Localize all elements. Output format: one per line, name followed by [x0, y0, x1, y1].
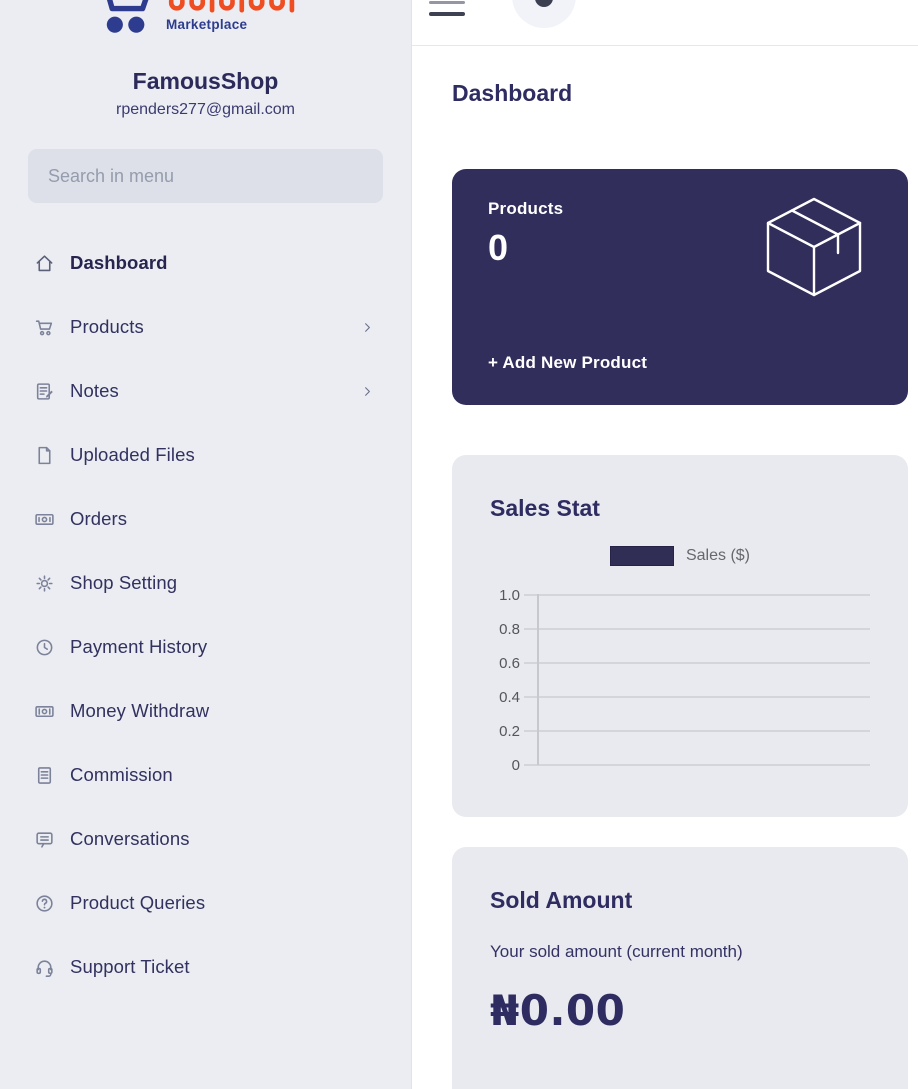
sidebar-item-uploaded-files[interactable]: Uploaded Files [0, 423, 411, 487]
sidebar-item-label: Products [70, 316, 144, 338]
home-icon [34, 253, 55, 274]
gridline [524, 764, 870, 766]
sidebar-item-notes[interactable]: Notes [0, 359, 411, 423]
clock-icon [34, 637, 55, 658]
sold-amount-title: Sold Amount [490, 887, 870, 914]
support-icon [34, 957, 55, 978]
sidebar-item-label: Conversations [70, 828, 190, 850]
header-circle-button[interactable] [512, 0, 576, 28]
sold-amount-value: ₦0.00 [490, 986, 870, 1035]
sidebar-item-support-ticket[interactable]: Support Ticket [0, 935, 411, 999]
main-area: Dashboard Products 0 + Add New Product S… [412, 0, 918, 1089]
chart-gridline-row: 0.4 [490, 680, 870, 714]
sidebar-item-dashboard[interactable]: Dashboard [0, 231, 411, 295]
shop-identity: FamousShop rpenders277@gmail.com [0, 68, 411, 119]
partial-header-icon [535, 0, 553, 7]
sidebar-item-label: Product Queries [70, 892, 205, 914]
document-icon [34, 765, 55, 786]
add-new-product-button[interactable]: + Add New Product [488, 353, 647, 373]
y-tick-label: 1.0 [490, 587, 520, 604]
y-tick-label: 0 [490, 757, 520, 774]
sidebar-item-label: Dashboard [70, 252, 168, 274]
cart-icon [34, 317, 55, 338]
search-input[interactable] [28, 149, 383, 203]
shop-email: rpenders277@gmail.com [0, 101, 411, 119]
sales-chart: 1.0 0.8 0.6 0.4 0.2 0 [490, 578, 870, 782]
gridline [524, 594, 870, 596]
gridline [524, 662, 870, 664]
sidebar-item-payment-history[interactable]: Payment History [0, 615, 411, 679]
legend-swatch [610, 546, 674, 566]
gridline [524, 628, 870, 630]
hamburger-icon [429, 1, 465, 4]
menu-toggle-button[interactable] [429, 0, 467, 30]
sales-stat-card: Sales Stat Sales ($) 1.0 0.8 0.6 0.4 0.2 0 [452, 455, 908, 817]
chart-gridline-row: 0.6 [490, 646, 870, 680]
sidebar-item-label: Shop Setting [70, 572, 177, 594]
chart-legend: Sales ($) [490, 546, 870, 566]
chat-icon [34, 829, 55, 850]
brand-tagline: Marketplace [166, 17, 247, 32]
sidebar-item-money-withdraw[interactable]: Money Withdraw [0, 679, 411, 743]
y-tick-label: 0.8 [490, 621, 520, 638]
y-tick-label: 0.4 [490, 689, 520, 706]
sidebar-item-conversations[interactable]: Conversations [0, 807, 411, 871]
sidebar-item-label: Notes [70, 380, 119, 402]
cash-icon [34, 701, 55, 722]
sales-stat-title: Sales Stat [490, 495, 870, 522]
chart-gridline-row: 0.8 [490, 612, 870, 646]
note-icon [34, 381, 55, 402]
topbar [412, 0, 918, 46]
shop-name: FamousShop [0, 68, 411, 95]
chevron-right-icon [360, 320, 375, 335]
legend-label: Sales ($) [686, 547, 750, 565]
chart-y-axis-line [537, 594, 539, 765]
products-summary-card: Products 0 + Add New Product [452, 169, 908, 405]
chart-gridline-row: 0.2 [490, 714, 870, 748]
logo-wordmark-clipped [164, 0, 314, 13]
sidebar-item-label: Money Withdraw [70, 700, 209, 722]
page-title: Dashboard [452, 80, 918, 107]
sidebar-menu: Dashboard Products Notes Uploaded Files Orde… [0, 231, 411, 999]
sidebar-item-label: Commission [70, 764, 173, 786]
file-icon [34, 445, 55, 466]
sidebar-item-label: Support Ticket [70, 956, 190, 978]
sidebar-item-shop-setting[interactable]: Shop Setting [0, 551, 411, 615]
sidebar-item-label: Payment History [70, 636, 207, 658]
sidebar-item-products[interactable]: Products [0, 295, 411, 359]
chart-gridline-row: 1.0 [490, 578, 870, 612]
chart-gridline-row: 0 [490, 748, 870, 782]
package-icon [762, 193, 866, 305]
sold-amount-card: Sold Amount Your sold amount (current mo… [452, 847, 908, 1089]
y-tick-label: 0.2 [490, 723, 520, 740]
sidebar-item-commission[interactable]: Commission [0, 743, 411, 807]
banknote-icon [34, 509, 55, 530]
gridline [524, 730, 870, 732]
sold-amount-subtitle: Your sold amount (current month) [490, 942, 870, 962]
gridline [524, 696, 870, 698]
chevron-right-icon [360, 384, 375, 399]
sidebar-item-orders[interactable]: Orders [0, 487, 411, 551]
sidebar: Marketplace FamousShop rpenders277@gmail… [0, 0, 412, 1089]
gear-icon [34, 573, 55, 594]
brand-logo[interactable]: Marketplace [0, 0, 411, 50]
y-tick-label: 0.6 [490, 655, 520, 672]
sidebar-item-label: Orders [70, 508, 127, 530]
sidebar-item-label: Uploaded Files [70, 444, 195, 466]
shopping-cart-logo-icon [88, 0, 156, 44]
question-icon [34, 893, 55, 914]
sidebar-item-product-queries[interactable]: Product Queries [0, 871, 411, 935]
